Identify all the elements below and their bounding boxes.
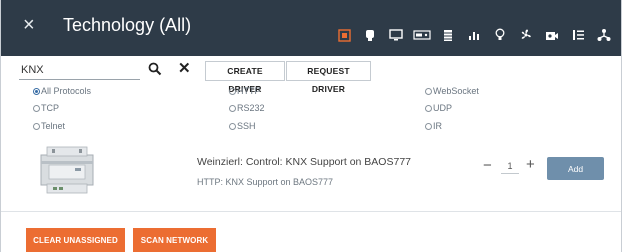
- quantity-input[interactable]: [501, 158, 519, 174]
- driver-name[interactable]: Weinzierl: Control: KNX Support on BAOS7…: [197, 156, 411, 168]
- radio-icon: [33, 122, 40, 130]
- radio-icon: [33, 87, 40, 95]
- quantity-increment-button[interactable]: +: [526, 157, 535, 173]
- lighting-icon[interactable]: [359, 26, 381, 44]
- header-bar: × Technology (All): [1, 0, 621, 56]
- media-player-icon[interactable]: [411, 26, 433, 44]
- protocol-label: WebSocket: [433, 86, 479, 96]
- protocol-label: HTTP: [237, 86, 261, 96]
- fan-icon[interactable]: [515, 26, 537, 44]
- protocol-label: SSH: [237, 121, 256, 131]
- divider: [1, 211, 621, 212]
- camera-icon[interactable]: [541, 26, 563, 44]
- radio-icon: [229, 87, 236, 95]
- clear-search-icon[interactable]: ✕: [178, 61, 191, 77]
- close-button[interactable]: ×: [23, 15, 35, 35]
- radio-icon: [425, 104, 432, 112]
- network-icon[interactable]: [593, 26, 615, 44]
- page-title: Technology (All): [63, 15, 192, 35]
- protocol-label: UDP: [433, 103, 453, 113]
- protocol-option-ir[interactable]: IR: [425, 121, 442, 131]
- protocol-option-udp[interactable]: UDP: [425, 103, 452, 113]
- search-icon[interactable]: [148, 62, 164, 78]
- technology-panel: × Technology (All) KNX ✕ CREATE DRIVER R…: [0, 0, 622, 252]
- protocol-label: RS232: [237, 103, 265, 113]
- add-driver-button[interactable]: Add: [547, 157, 604, 180]
- protocol-label: IR: [433, 121, 442, 131]
- list-icon[interactable]: [567, 26, 589, 44]
- audio-icon[interactable]: [463, 26, 485, 44]
- protocol-option-tcp[interactable]: TCP: [33, 103, 59, 113]
- device-image: [37, 145, 97, 195]
- protocol-option-http[interactable]: HTTP: [229, 86, 261, 96]
- radio-icon: [33, 104, 40, 112]
- protocol-option-all[interactable]: All Protocols: [33, 86, 91, 96]
- lightbulb-icon[interactable]: [489, 26, 511, 44]
- create-driver-button[interactable]: CREATE DRIVER: [205, 61, 285, 94]
- display-icon[interactable]: [385, 26, 407, 44]
- radio-icon: [425, 122, 432, 130]
- radio-icon: [229, 104, 236, 112]
- request-driver-button[interactable]: REQUEST DRIVER: [286, 61, 371, 94]
- clear-unassigned-button[interactable]: CLEAR UNASSIGNED: [26, 228, 125, 252]
- protocol-option-websocket[interactable]: WebSocket: [425, 86, 479, 96]
- protocol-option-ssh[interactable]: SSH: [229, 121, 256, 131]
- search-input[interactable]: [19, 61, 140, 80]
- category-filter-bar: [329, 26, 615, 44]
- protocol-label: All Protocols: [41, 86, 92, 96]
- quantity-decrement-button[interactable]: −: [483, 158, 492, 174]
- radio-icon: [229, 122, 236, 130]
- protocol-label: Telnet: [41, 121, 66, 131]
- protocol-option-telnet[interactable]: Telnet: [33, 121, 65, 131]
- all-devices-icon[interactable]: [333, 26, 355, 44]
- shades-icon[interactable]: [437, 26, 459, 44]
- search-row: ✕ CREATE DRIVER REQUEST DRIVER: [1, 58, 621, 94]
- scan-network-button[interactable]: SCAN NETWORK: [133, 228, 216, 252]
- driver-subtitle: HTTP: KNX Support on BAOS777: [197, 177, 334, 187]
- protocol-option-rs232[interactable]: RS232: [229, 103, 265, 113]
- radio-icon: [425, 87, 432, 95]
- protocol-label: TCP: [41, 103, 59, 113]
